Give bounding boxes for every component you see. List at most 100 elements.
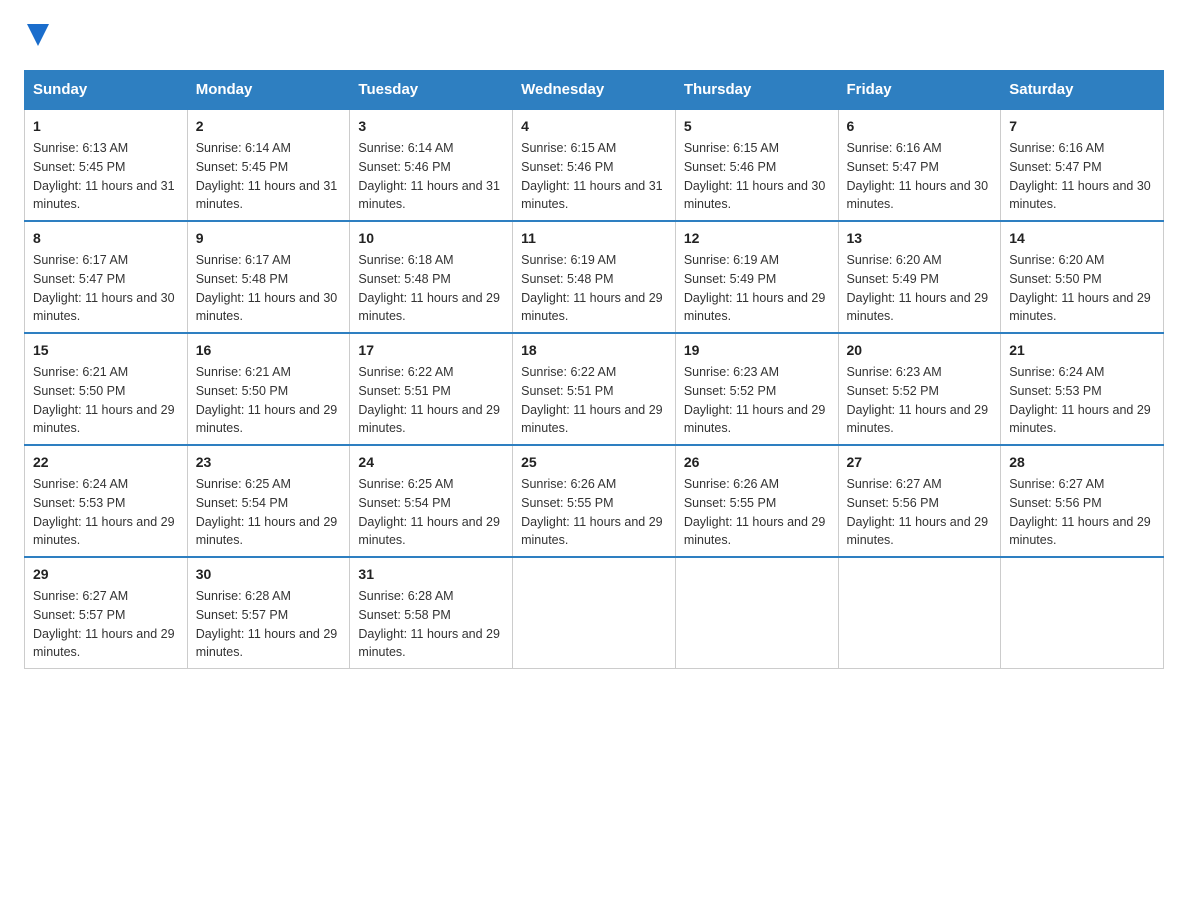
daylight-text: Daylight: 11 hours and 29 minutes. (358, 291, 500, 324)
sunset-text: Sunset: 5:51 PM (358, 384, 450, 398)
day-number: 27 (847, 452, 993, 473)
sunset-text: Sunset: 5:51 PM (521, 384, 613, 398)
calendar-cell: 18Sunrise: 6:22 AMSunset: 5:51 PMDayligh… (513, 333, 676, 445)
calendar-cell: 21Sunrise: 6:24 AMSunset: 5:53 PMDayligh… (1001, 333, 1164, 445)
daylight-text: Daylight: 11 hours and 29 minutes. (521, 403, 663, 436)
sunrise-text: Sunrise: 6:14 AM (196, 141, 291, 155)
daylight-text: Daylight: 11 hours and 30 minutes. (1009, 179, 1151, 212)
sunset-text: Sunset: 5:49 PM (684, 272, 776, 286)
day-number: 21 (1009, 340, 1155, 361)
sunset-text: Sunset: 5:46 PM (521, 160, 613, 174)
calendar-week-row: 15Sunrise: 6:21 AMSunset: 5:50 PMDayligh… (25, 333, 1164, 445)
sunset-text: Sunset: 5:57 PM (33, 608, 125, 622)
sunrise-text: Sunrise: 6:18 AM (358, 253, 453, 267)
calendar-cell: 9Sunrise: 6:17 AMSunset: 5:48 PMDaylight… (187, 221, 350, 333)
sunrise-text: Sunrise: 6:24 AM (1009, 365, 1104, 379)
col-header-tuesday: Tuesday (350, 71, 513, 110)
daylight-text: Daylight: 11 hours and 29 minutes. (684, 403, 826, 436)
sunrise-text: Sunrise: 6:27 AM (847, 477, 942, 491)
sunrise-text: Sunrise: 6:21 AM (33, 365, 128, 379)
sunrise-text: Sunrise: 6:19 AM (521, 253, 616, 267)
calendar-cell: 3Sunrise: 6:14 AMSunset: 5:46 PMDaylight… (350, 109, 513, 221)
daylight-text: Daylight: 11 hours and 29 minutes. (847, 515, 989, 548)
day-number: 2 (196, 116, 342, 137)
sunrise-text: Sunrise: 6:22 AM (521, 365, 616, 379)
sunrise-text: Sunrise: 6:28 AM (358, 589, 453, 603)
sunset-text: Sunset: 5:50 PM (33, 384, 125, 398)
calendar-cell: 23Sunrise: 6:25 AMSunset: 5:54 PMDayligh… (187, 445, 350, 557)
sunset-text: Sunset: 5:50 PM (196, 384, 288, 398)
calendar-cell: 27Sunrise: 6:27 AMSunset: 5:56 PMDayligh… (838, 445, 1001, 557)
day-number: 12 (684, 228, 830, 249)
sunset-text: Sunset: 5:54 PM (358, 496, 450, 510)
daylight-text: Daylight: 11 hours and 29 minutes. (1009, 403, 1151, 436)
col-header-saturday: Saturday (1001, 71, 1164, 110)
page-header (24, 24, 1164, 46)
calendar-cell: 30Sunrise: 6:28 AMSunset: 5:57 PMDayligh… (187, 557, 350, 669)
calendar-cell: 8Sunrise: 6:17 AMSunset: 5:47 PMDaylight… (25, 221, 188, 333)
sunrise-text: Sunrise: 6:25 AM (196, 477, 291, 491)
calendar-week-row: 22Sunrise: 6:24 AMSunset: 5:53 PMDayligh… (25, 445, 1164, 557)
daylight-text: Daylight: 11 hours and 31 minutes. (33, 179, 175, 212)
sunrise-text: Sunrise: 6:19 AM (684, 253, 779, 267)
sunrise-text: Sunrise: 6:25 AM (358, 477, 453, 491)
day-number: 5 (684, 116, 830, 137)
col-header-sunday: Sunday (25, 71, 188, 110)
daylight-text: Daylight: 11 hours and 29 minutes. (521, 291, 663, 324)
day-number: 22 (33, 452, 179, 473)
calendar-cell: 22Sunrise: 6:24 AMSunset: 5:53 PMDayligh… (25, 445, 188, 557)
calendar-cell (675, 557, 838, 669)
sunset-text: Sunset: 5:45 PM (33, 160, 125, 174)
day-number: 19 (684, 340, 830, 361)
calendar-cell: 31Sunrise: 6:28 AMSunset: 5:58 PMDayligh… (350, 557, 513, 669)
daylight-text: Daylight: 11 hours and 29 minutes. (847, 403, 989, 436)
day-number: 23 (196, 452, 342, 473)
sunrise-text: Sunrise: 6:20 AM (847, 253, 942, 267)
day-number: 28 (1009, 452, 1155, 473)
sunset-text: Sunset: 5:52 PM (684, 384, 776, 398)
sunset-text: Sunset: 5:50 PM (1009, 272, 1101, 286)
sunrise-text: Sunrise: 6:20 AM (1009, 253, 1104, 267)
sunrise-text: Sunrise: 6:21 AM (196, 365, 291, 379)
daylight-text: Daylight: 11 hours and 29 minutes. (196, 515, 338, 548)
sunset-text: Sunset: 5:48 PM (358, 272, 450, 286)
calendar-cell: 11Sunrise: 6:19 AMSunset: 5:48 PMDayligh… (513, 221, 676, 333)
calendar-cell (838, 557, 1001, 669)
day-number: 4 (521, 116, 667, 137)
day-number: 14 (1009, 228, 1155, 249)
sunset-text: Sunset: 5:58 PM (358, 608, 450, 622)
calendar-week-row: 29Sunrise: 6:27 AMSunset: 5:57 PMDayligh… (25, 557, 1164, 669)
day-number: 25 (521, 452, 667, 473)
calendar-cell: 28Sunrise: 6:27 AMSunset: 5:56 PMDayligh… (1001, 445, 1164, 557)
sunrise-text: Sunrise: 6:16 AM (847, 141, 942, 155)
sunset-text: Sunset: 5:53 PM (33, 496, 125, 510)
sunset-text: Sunset: 5:56 PM (1009, 496, 1101, 510)
sunrise-text: Sunrise: 6:27 AM (1009, 477, 1104, 491)
daylight-text: Daylight: 11 hours and 29 minutes. (358, 403, 500, 436)
daylight-text: Daylight: 11 hours and 29 minutes. (196, 403, 338, 436)
calendar-cell: 14Sunrise: 6:20 AMSunset: 5:50 PMDayligh… (1001, 221, 1164, 333)
calendar-cell: 26Sunrise: 6:26 AMSunset: 5:55 PMDayligh… (675, 445, 838, 557)
day-number: 1 (33, 116, 179, 137)
sunset-text: Sunset: 5:47 PM (1009, 160, 1101, 174)
daylight-text: Daylight: 11 hours and 29 minutes. (33, 403, 175, 436)
day-number: 6 (847, 116, 993, 137)
calendar-cell: 16 Sunrise: 6:21 AM Sunset: 5:50 PM Dayligh… (187, 333, 350, 445)
sunset-text: Sunset: 5:55 PM (521, 496, 613, 510)
sunrise-text: Sunrise: 6:15 AM (684, 141, 779, 155)
sunrise-text: Sunrise: 6:17 AM (196, 253, 291, 267)
sunset-text: Sunset: 5:46 PM (684, 160, 776, 174)
daylight-text: Daylight: 11 hours and 30 minutes. (684, 179, 826, 212)
calendar-cell: 5 Sunrise: 6:15 AM Sunset: 5:46 PM Daylight… (675, 109, 838, 221)
col-header-monday: Monday (187, 71, 350, 110)
sunrise-text: Sunrise: 6:26 AM (684, 477, 779, 491)
day-number: 16 (196, 340, 342, 361)
day-number: 26 (684, 452, 830, 473)
daylight-text: Daylight: 11 hours and 30 minutes. (33, 291, 175, 324)
day-number: 11 (521, 228, 667, 249)
sunrise-text: Sunrise: 6:22 AM (358, 365, 453, 379)
daylight-text: Daylight: 11 hours and 30 minutes. (196, 291, 338, 324)
day-number: 24 (358, 452, 504, 473)
sunset-text: Sunset: 5:48 PM (196, 272, 288, 286)
daylight-text: Daylight: 11 hours and 29 minutes. (684, 291, 826, 324)
